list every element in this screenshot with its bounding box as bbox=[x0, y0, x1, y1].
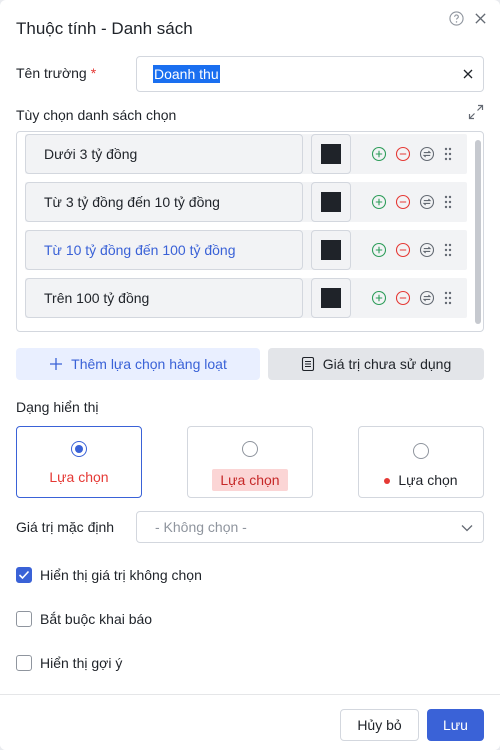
option-row: Trên 100 tỷ đồng bbox=[25, 278, 467, 318]
default-value-label: Giá trị mặc định bbox=[16, 519, 115, 535]
color-swatch bbox=[321, 240, 341, 260]
option-color-picker[interactable] bbox=[311, 182, 351, 222]
radio-button[interactable] bbox=[71, 441, 87, 457]
red-dot-icon bbox=[384, 478, 391, 485]
drag-handle-icon[interactable] bbox=[443, 242, 453, 261]
remove-option-icon[interactable] bbox=[395, 290, 411, 309]
unused-values-button[interactable]: Giá trị chưa sử dụng bbox=[268, 348, 484, 380]
unused-values-label: Giá trị chưa sử dụng bbox=[322, 356, 452, 372]
color-swatch bbox=[321, 192, 341, 212]
remove-option-icon[interactable] bbox=[395, 242, 411, 261]
display-option-dot[interactable]: Lựa chọn bbox=[358, 426, 484, 498]
default-value-select[interactable]: - Không chọn - bbox=[136, 511, 484, 543]
display-option-text[interactable]: Lựa chọn bbox=[16, 426, 142, 498]
swap-option-icon[interactable] bbox=[419, 194, 435, 213]
remove-option-icon[interactable] bbox=[395, 146, 411, 165]
add-option-icon[interactable] bbox=[371, 194, 387, 213]
add-option-icon[interactable] bbox=[371, 242, 387, 261]
attribute-dialog: Thuộc tính - Danh sách Tên trường * Doanh… bbox=[0, 0, 500, 750]
help-icon[interactable] bbox=[448, 10, 464, 26]
add-option-icon[interactable] bbox=[371, 146, 387, 165]
option-name-input[interactable]: Trên 100 tỷ đồng bbox=[25, 278, 303, 318]
required-mark: * bbox=[90, 65, 97, 81]
save-button[interactable]: Lưu bbox=[427, 709, 484, 741]
field-name-input[interactable]: Doanh thu bbox=[136, 56, 484, 92]
expand-icon[interactable] bbox=[468, 104, 484, 123]
swap-option-icon[interactable] bbox=[419, 290, 435, 309]
drag-handle-icon[interactable] bbox=[443, 194, 453, 213]
option-actions bbox=[371, 146, 453, 165]
checkbox-show-hint[interactable]: Hiển thị gợi ý bbox=[16, 655, 122, 671]
checkbox[interactable] bbox=[16, 567, 32, 583]
option-actions bbox=[371, 290, 453, 309]
add-option-icon[interactable] bbox=[371, 290, 387, 309]
chevron-down-icon bbox=[461, 519, 473, 535]
close-icon[interactable] bbox=[472, 10, 488, 26]
swap-option-icon[interactable] bbox=[419, 146, 435, 165]
options-list: Dưới 3 tỷ đồng Từ 3 tỷ đồng đến 10 tỷ đồ… bbox=[16, 131, 484, 332]
option-actions bbox=[371, 242, 453, 261]
display-option-tag[interactable]: Lựa chọn bbox=[187, 426, 313, 498]
option-row: Dưới 3 tỷ đồng bbox=[25, 134, 467, 174]
options-scrollbar[interactable] bbox=[475, 140, 481, 324]
drag-handle-icon[interactable] bbox=[443, 290, 453, 309]
checkbox-label: Hiển thị gợi ý bbox=[40, 655, 123, 671]
header-icons bbox=[448, 10, 488, 26]
checkbox-label: Hiển thị giá trị không chọn bbox=[40, 567, 202, 583]
checkbox-label: Bắt buộc khai báo bbox=[40, 611, 153, 627]
radio-button[interactable] bbox=[413, 443, 429, 459]
field-name-label: Tên trường * bbox=[16, 65, 97, 81]
option-name-input[interactable]: Từ 3 tỷ đồng đến 10 tỷ đồng bbox=[25, 182, 303, 222]
option-actions bbox=[371, 194, 453, 213]
checkbox-show-unselected[interactable]: Hiển thị giá trị không chọn bbox=[16, 567, 202, 583]
display-option-tag-preview: Lựa chọn bbox=[188, 469, 312, 491]
dialog-title: Thuộc tính - Danh sách bbox=[16, 19, 193, 38]
clear-icon[interactable] bbox=[463, 66, 473, 82]
checkbox-required[interactable]: Bắt buộc khai báo bbox=[16, 611, 152, 627]
display-option-dot-preview: Lựa chọn bbox=[359, 472, 483, 488]
option-color-picker[interactable] bbox=[311, 230, 351, 270]
bulk-add-button[interactable]: Thêm lựa chọn hàng loạt bbox=[16, 348, 260, 380]
cancel-button[interactable]: Hủy bỏ bbox=[340, 709, 419, 741]
check-icon bbox=[18, 570, 30, 580]
color-swatch bbox=[321, 144, 341, 164]
drag-handle-icon[interactable] bbox=[443, 146, 453, 165]
dialog-footer: Hủy bỏ Lưu bbox=[0, 694, 500, 750]
color-swatch bbox=[321, 288, 341, 308]
option-name-input[interactable]: Dưới 3 tỷ đồng bbox=[25, 134, 303, 174]
bulk-add-label: Thêm lựa chọn hàng loạt bbox=[71, 356, 227, 372]
option-row: Từ 10 tỷ đồng đến 100 tỷ đồng bbox=[25, 230, 467, 270]
remove-option-icon[interactable] bbox=[395, 194, 411, 213]
option-name-input[interactable]: Từ 10 tỷ đồng đến 100 tỷ đồng bbox=[25, 230, 303, 270]
default-value-placeholder: - Không chọn - bbox=[155, 519, 247, 535]
options-section-label: Tùy chọn danh sách chọn bbox=[16, 107, 177, 123]
swap-option-icon[interactable] bbox=[419, 242, 435, 261]
display-type-label: Dạng hiển thị bbox=[16, 399, 99, 415]
field-name-value: Doanh thu bbox=[153, 65, 220, 83]
radio-button[interactable] bbox=[242, 441, 258, 457]
checkbox[interactable] bbox=[16, 611, 32, 627]
document-icon bbox=[301, 356, 314, 372]
display-option-text-preview: Lựa chọn bbox=[49, 469, 109, 485]
option-color-picker[interactable] bbox=[311, 278, 351, 318]
plus-icon bbox=[50, 358, 63, 370]
option-color-picker[interactable] bbox=[311, 134, 351, 174]
option-row: Từ 3 tỷ đồng đến 10 tỷ đồng bbox=[25, 182, 467, 222]
checkbox[interactable] bbox=[16, 655, 32, 671]
